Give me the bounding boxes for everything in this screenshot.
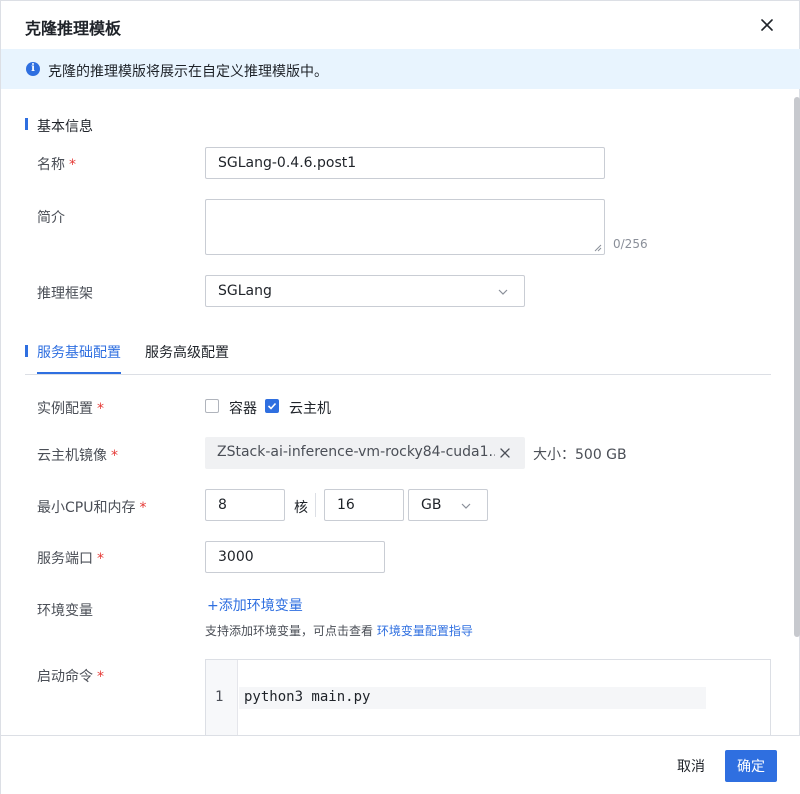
image-label: 云主机镜像 * bbox=[37, 445, 118, 465]
instance-label: 实例配置 * bbox=[37, 398, 104, 418]
dialog-header: 克隆推理模板 bbox=[1, 1, 800, 49]
info-icon: i bbox=[26, 62, 40, 76]
scrollbar-thumb[interactable] bbox=[794, 97, 800, 637]
add-env-var-link[interactable]: +添加环境变量 bbox=[207, 595, 303, 615]
dialog-footer: 取消 确定 bbox=[1, 735, 800, 794]
chevron-down-icon bbox=[498, 289, 508, 295]
desc-textarea[interactable] bbox=[205, 199, 605, 255]
tab-advanced-config[interactable]: 服务高级配置 bbox=[145, 342, 229, 362]
divider bbox=[315, 493, 316, 517]
resize-grip-icon[interactable] bbox=[594, 244, 602, 252]
memory-input[interactable]: 16 bbox=[324, 489, 404, 521]
clone-template-dialog: 克隆推理模板 i 克隆的推理模版将展示在自定义推理模版中。 基本信息 名称 * S… bbox=[0, 0, 800, 794]
name-input[interactable]: SGLang-0.4.6.post1 bbox=[205, 147, 605, 179]
framework-label: 推理框架 bbox=[37, 286, 93, 302]
desc-counter: 0/256 bbox=[613, 237, 648, 251]
chevron-down-icon bbox=[461, 503, 471, 509]
section-title-text: 基本信息 bbox=[37, 119, 93, 135]
framework-select-value: SGLang bbox=[218, 283, 272, 299]
image-select-value: ZStack-ai-inference-vm-rocky84-cuda1... bbox=[217, 444, 495, 460]
banner-text: 克隆的推理模版将展示在自定义推理模版中。 bbox=[48, 64, 328, 80]
env-guide-link[interactable]: 环境变量配置指导 bbox=[377, 624, 473, 638]
close-icon[interactable] bbox=[756, 14, 778, 36]
cpu-mem-label: 最小CPU和内存 * bbox=[37, 497, 146, 517]
container-checkbox[interactable] bbox=[205, 399, 219, 413]
required-mark: * bbox=[97, 551, 104, 567]
env-label: 环境变量 bbox=[37, 603, 93, 619]
info-banner: i 克隆的推理模版将展示在自定义推理模版中。 bbox=[1, 49, 800, 89]
code-line[interactable]: python3 main.py bbox=[244, 689, 370, 705]
cancel-button[interactable]: 取消 bbox=[667, 750, 715, 782]
port-input[interactable]: 3000 bbox=[205, 541, 385, 573]
command-editor[interactable]: 1 python3 main.py bbox=[205, 659, 771, 735]
image-label-text: 云主机镜像 bbox=[37, 448, 107, 464]
name-label-text: 名称 bbox=[37, 157, 65, 173]
section-accent-bar bbox=[25, 118, 28, 130]
config-tabs: 服务基础配置 服务高级配置 bbox=[25, 341, 771, 375]
line-number: 1 bbox=[215, 689, 224, 705]
required-mark: * bbox=[111, 448, 118, 464]
instance-label-text: 实例配置 bbox=[37, 401, 93, 417]
image-select[interactable]: ZStack-ai-inference-vm-rocky84-cuda1... bbox=[205, 437, 525, 469]
cpu-unit: 核 bbox=[294, 500, 308, 516]
tab-basic-config[interactable]: 服务基础配置 bbox=[37, 342, 121, 362]
tab-accent-bar bbox=[25, 345, 28, 357]
cpu-mem-label-text: 最小CPU和内存 bbox=[37, 500, 136, 516]
vm-checkbox-label[interactable]: 云主机 bbox=[289, 398, 331, 418]
env-help-text: 支持添加环境变量，可点击查看 bbox=[205, 624, 377, 638]
framework-select[interactable]: SGLang bbox=[205, 275, 525, 307]
required-mark: * bbox=[69, 157, 76, 173]
memory-unit-select[interactable]: GB bbox=[408, 489, 488, 521]
cmd-label-text: 启动命令 bbox=[37, 669, 93, 685]
port-label: 服务端口 * bbox=[37, 548, 104, 568]
memory-unit-value: GB bbox=[421, 497, 442, 513]
image-size: 大小：500 GB bbox=[533, 447, 627, 463]
cmd-label: 启动命令 * bbox=[37, 666, 104, 686]
required-mark: * bbox=[97, 401, 104, 417]
clear-icon[interactable] bbox=[499, 447, 511, 459]
cpu-input[interactable]: 8 bbox=[205, 489, 285, 521]
required-mark: * bbox=[97, 669, 104, 685]
dialog-title: 克隆推理模板 bbox=[25, 19, 122, 38]
required-mark: * bbox=[139, 500, 147, 516]
port-label-text: 服务端口 bbox=[37, 551, 93, 567]
desc-label: 简介 bbox=[37, 210, 65, 226]
env-help: 支持添加环境变量，可点击查看 环境变量配置指导 bbox=[205, 622, 473, 639]
check-icon bbox=[267, 402, 277, 410]
name-label: 名称 * bbox=[37, 154, 76, 174]
vm-checkbox[interactable] bbox=[265, 399, 279, 413]
confirm-button[interactable]: 确定 bbox=[725, 750, 777, 782]
container-checkbox-label[interactable]: 容器 bbox=[229, 398, 257, 418]
tab-active-underline bbox=[37, 372, 121, 374]
